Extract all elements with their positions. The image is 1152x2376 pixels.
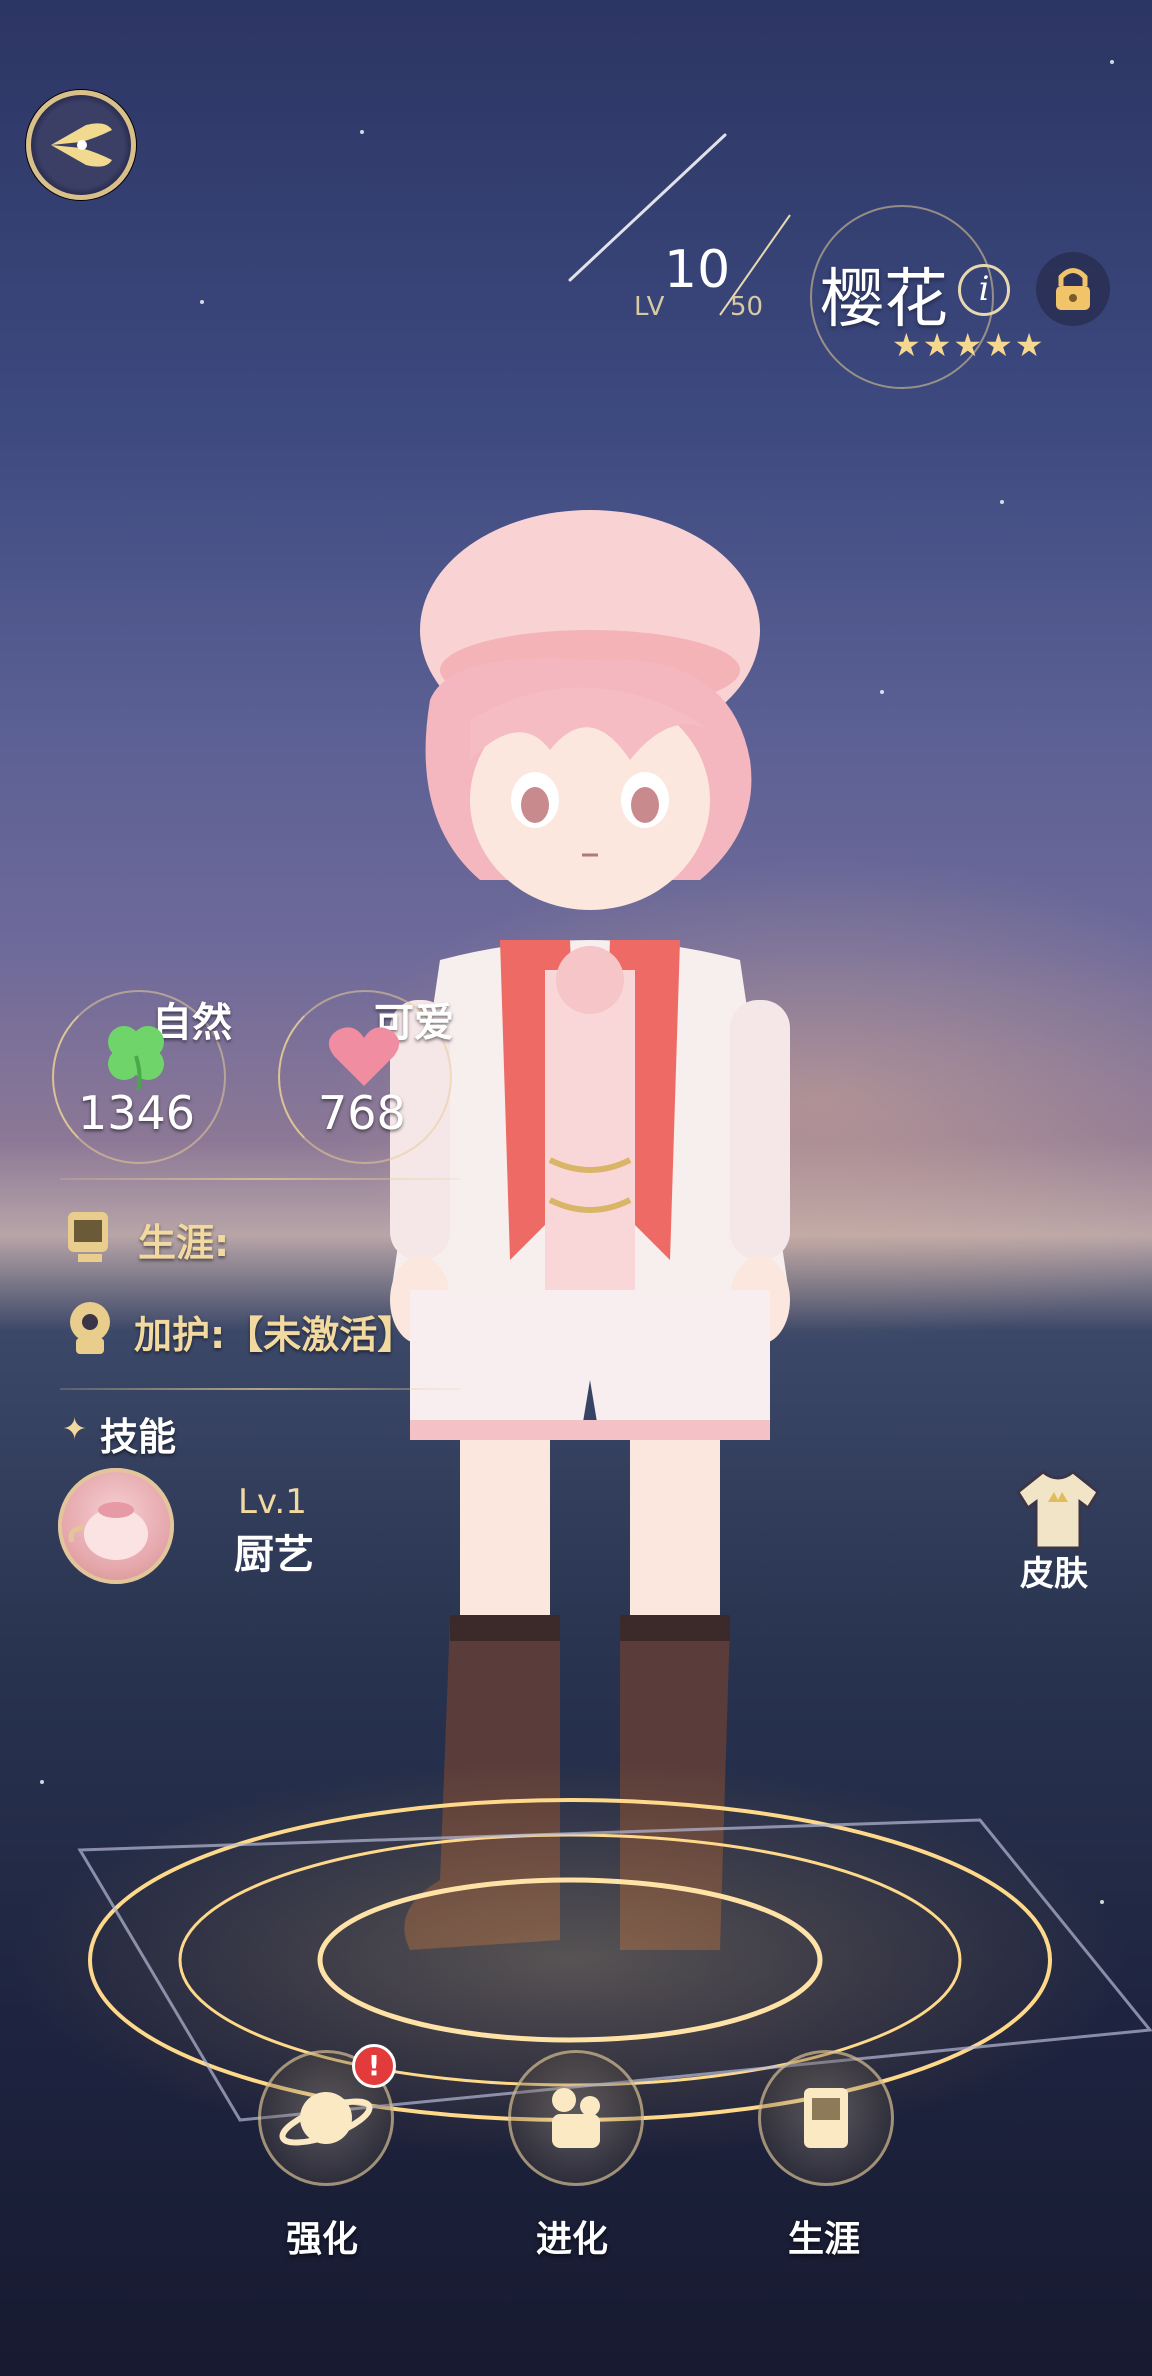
clover-icon bbox=[108, 1026, 164, 1091]
skill-name: 厨艺 bbox=[234, 1532, 314, 1578]
rarity-stars: ★★★★★ bbox=[892, 326, 1046, 364]
wing-back-icon bbox=[51, 123, 112, 167]
career-label: 生涯: bbox=[138, 1221, 230, 1265]
skin-label[interactable]: 皮肤 bbox=[1020, 1546, 1088, 1595]
back-button[interactable] bbox=[26, 90, 136, 200]
heart-icon bbox=[328, 1027, 400, 1086]
teapot-icon bbox=[68, 1502, 148, 1560]
section-divider bbox=[60, 1178, 460, 1180]
sparkle-icon: ✦ bbox=[62, 1412, 88, 1447]
guardian-icon bbox=[70, 1302, 110, 1354]
section-divider bbox=[60, 1388, 460, 1390]
enhance-alert-badge: ! bbox=[352, 2044, 396, 2088]
sky-star bbox=[1110, 60, 1114, 64]
protect-label: 加护:【未激活】 bbox=[134, 1313, 416, 1357]
career-button[interactable] bbox=[758, 2050, 894, 2186]
lock-icon bbox=[1056, 268, 1090, 310]
sky-star bbox=[880, 690, 884, 694]
sky-star bbox=[1000, 500, 1004, 504]
skill-section-label: 技能 bbox=[100, 1415, 177, 1459]
info-icon[interactable]: i bbox=[958, 264, 1010, 316]
card-icon bbox=[804, 2088, 848, 2148]
cute-value: 768 bbox=[318, 1086, 406, 1140]
evolve-label[interactable]: 进化 bbox=[536, 2210, 608, 2262]
skill-level: Lv.1 bbox=[238, 1482, 307, 1522]
level-max: 50 bbox=[730, 292, 764, 322]
lock-button[interactable] bbox=[1036, 252, 1110, 326]
enhance-label[interactable]: 强化 bbox=[286, 2210, 358, 2262]
cooking-skill-icon[interactable] bbox=[58, 1468, 174, 1584]
trophy-cup-icon bbox=[68, 1212, 108, 1262]
level-label: LV bbox=[634, 292, 666, 322]
nature-value: 1346 bbox=[78, 1086, 196, 1140]
skin-button[interactable] bbox=[1008, 1462, 1108, 1558]
career-nav-label[interactable]: 生涯 bbox=[788, 2210, 860, 2262]
sky-star bbox=[360, 130, 364, 134]
sky-star bbox=[200, 300, 204, 304]
figure-icon bbox=[552, 2088, 600, 2148]
evolve-button[interactable] bbox=[508, 2050, 644, 2186]
